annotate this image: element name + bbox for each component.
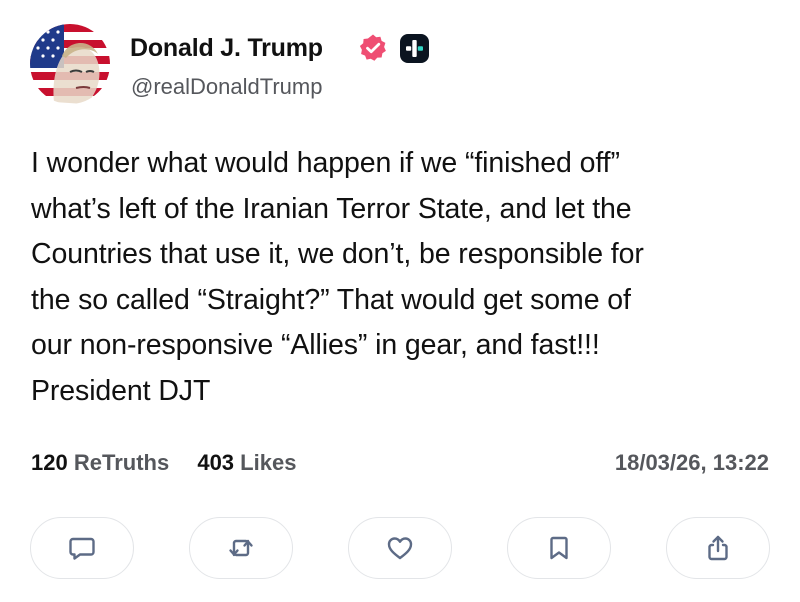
retruth-icon (229, 539, 253, 557)
likes-stat[interactable]: 403 Likes (197, 450, 296, 476)
author-avatar[interactable] (30, 24, 110, 104)
share-button[interactable] (666, 517, 770, 579)
post-text-line: our non-responsive “Allies” in gear, and… (31, 329, 600, 361)
post-stats: 120 ReTruths 403 Likes (31, 450, 318, 476)
post-text-line: what’s left of the Iranian Terror State,… (31, 192, 632, 225)
post-timestamp: 18/03/26, 13:22 (614, 450, 769, 475)
retruths-stat[interactable]: 120 ReTruths (31, 450, 169, 476)
likes-count: 403 (197, 450, 235, 475)
post-text-line: President DJT (31, 374, 211, 407)
post-text-line: the so called “Straight?” That would get… (31, 283, 631, 316)
plus-badge-icon[interactable] (400, 34, 429, 63)
action-bar (30, 517, 770, 579)
bookmark-button[interactable] (507, 517, 611, 579)
retruths-count: 120 (31, 450, 68, 475)
likes-label: Likes (240, 450, 297, 475)
truth-post: Donald J. Trump @realDonaldTrump I wonde… (0, 0, 800, 602)
verified-badge-icon (359, 34, 386, 61)
comment-icon (69, 537, 95, 560)
post-text: I wonder what would happen if we “finish… (31, 141, 783, 414)
share-icon (708, 535, 728, 561)
post-text-line: I wonder what would happen if we “finish… (31, 147, 620, 179)
bookmark-icon (550, 536, 568, 560)
reply-button[interactable] (30, 517, 134, 579)
post-text-line: Countries that use it, we don’t, be resp… (31, 238, 644, 270)
like-button[interactable] (348, 517, 452, 579)
retruths-label: ReTruths (73, 450, 170, 475)
author-name[interactable]: Donald J. Trump (130, 34, 323, 63)
author-handle[interactable]: @realDonaldTrump (131, 74, 322, 100)
flag-portrait-avatar (30, 24, 110, 104)
heart-icon (387, 537, 413, 560)
retruth-button[interactable] (189, 517, 293, 579)
plus-icon (406, 40, 423, 57)
